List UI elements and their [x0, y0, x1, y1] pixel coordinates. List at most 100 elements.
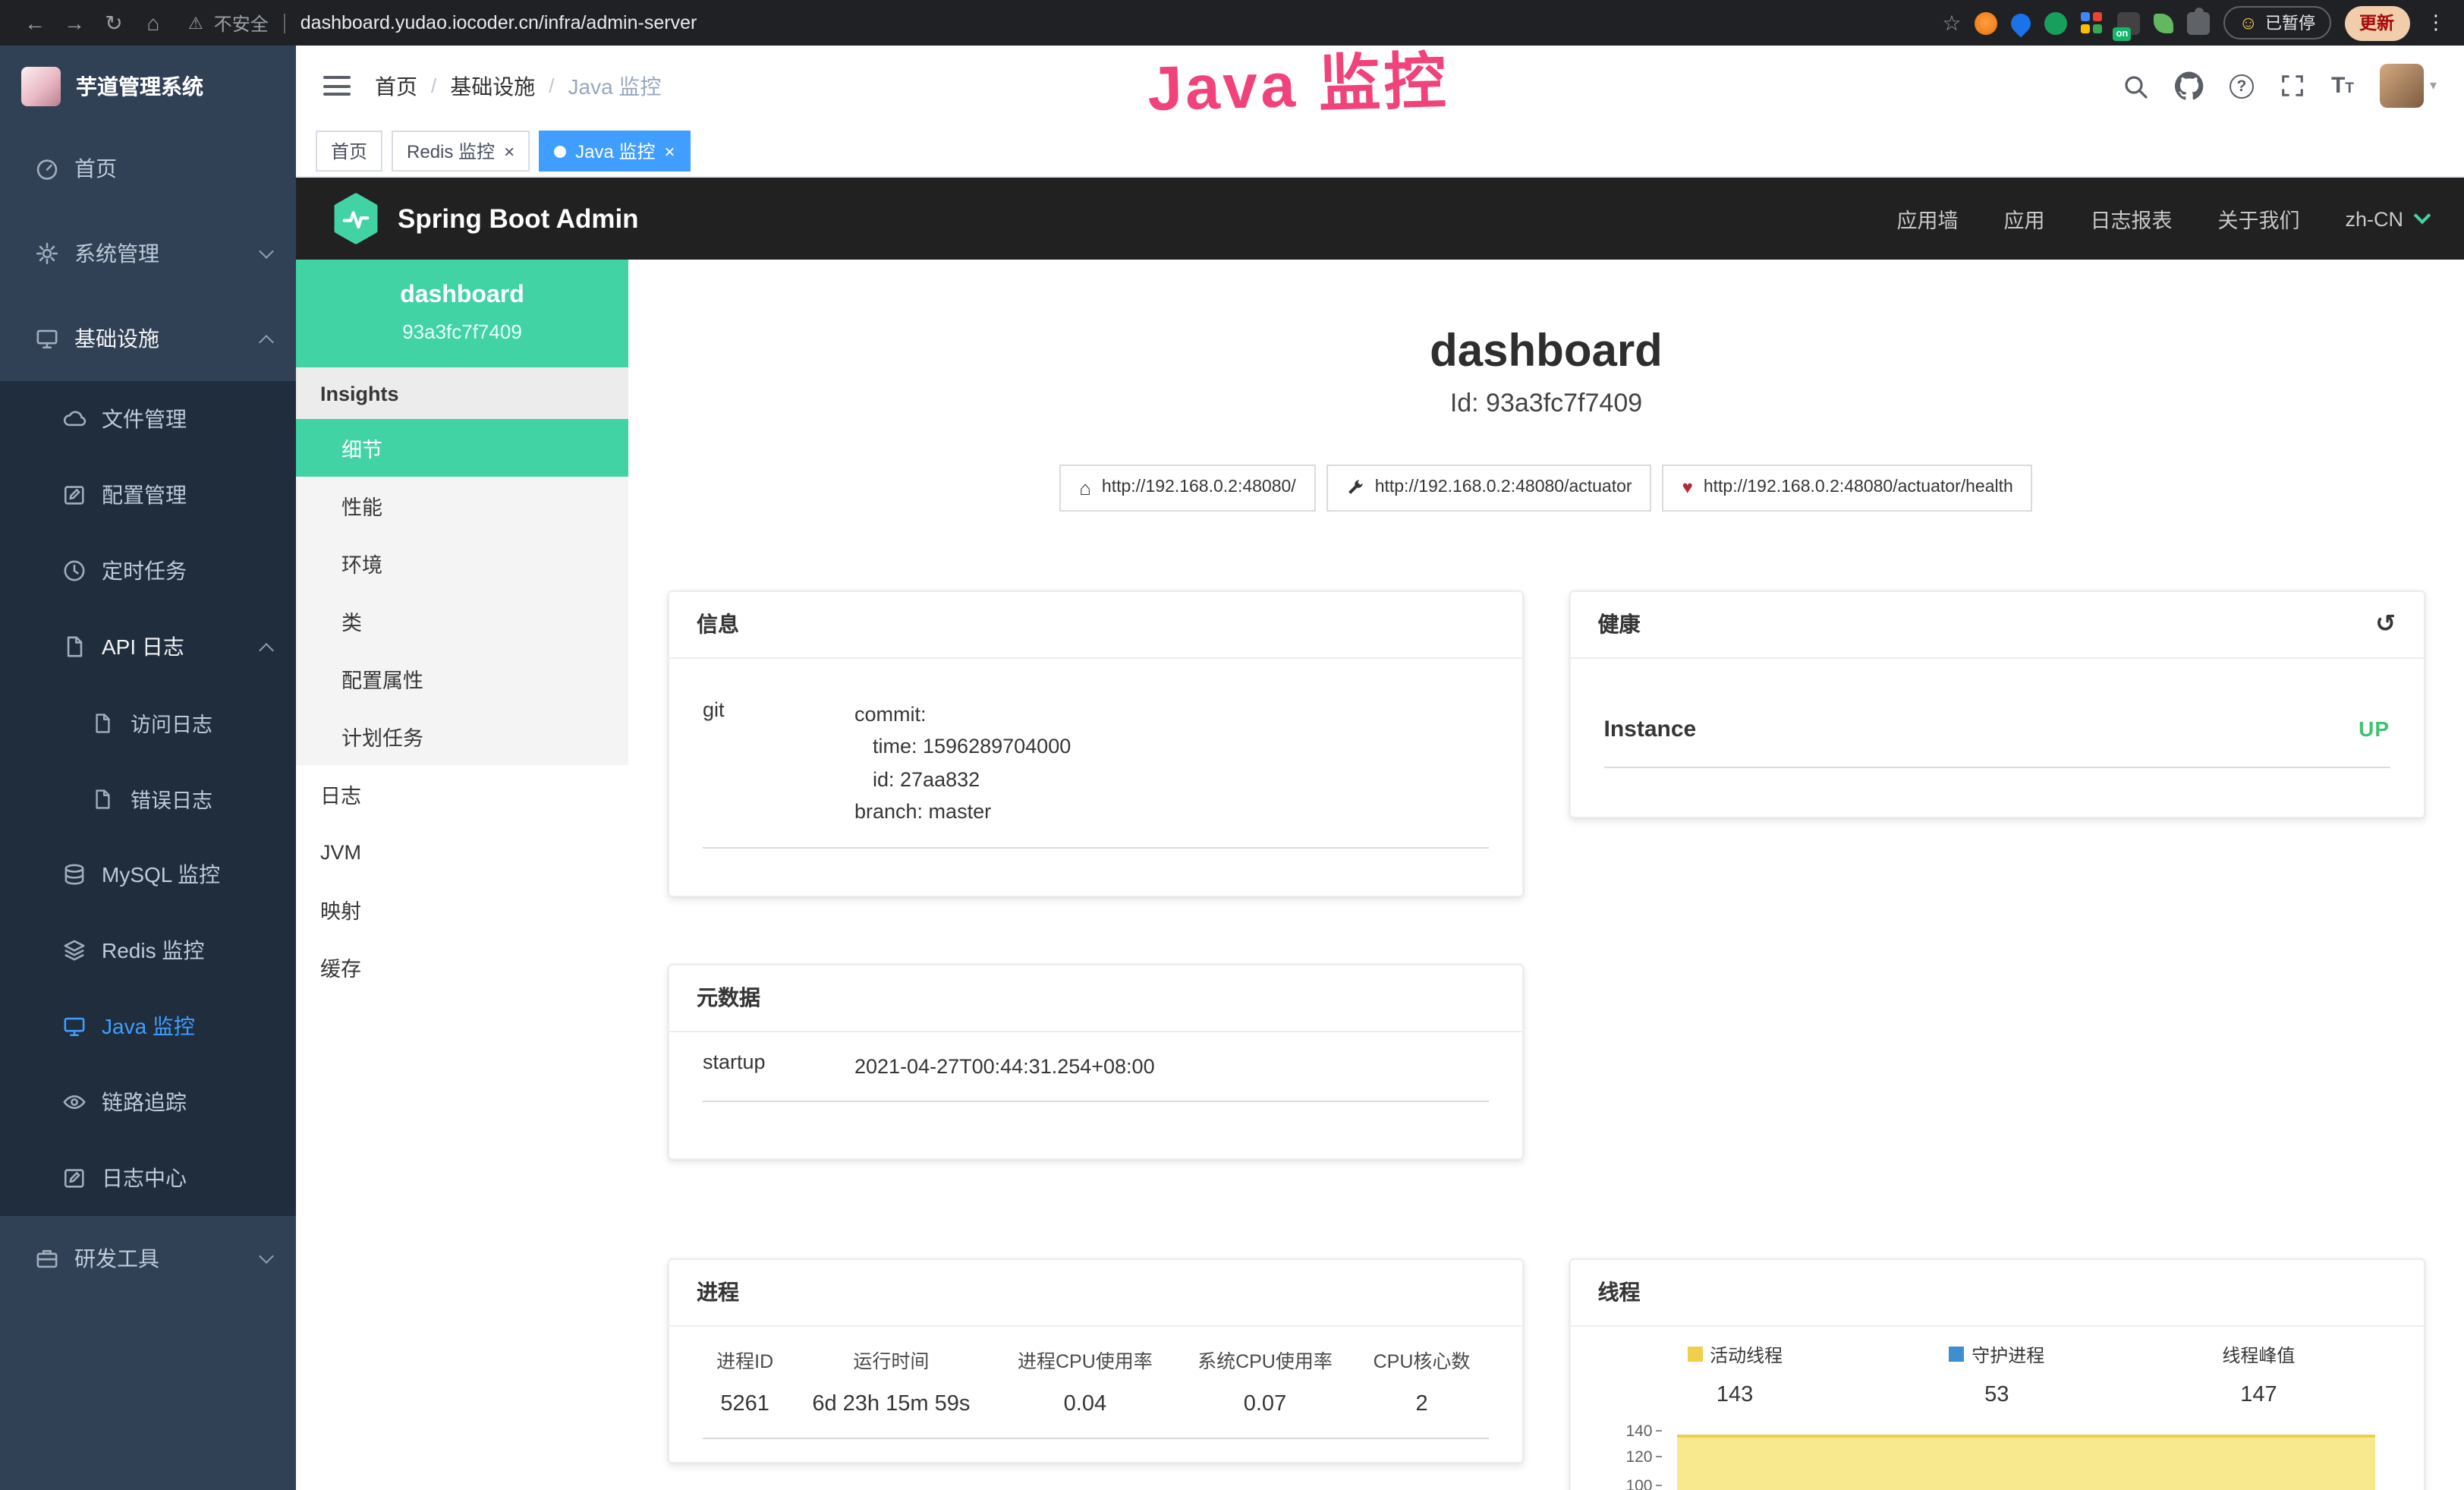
- sidebar-item-access-log[interactable]: 访问日志: [0, 685, 296, 761]
- sba-menu-jvm[interactable]: JVM: [296, 823, 628, 880]
- card-title: 进程: [697, 1277, 739, 1307]
- extension-icon-grid[interactable]: [2081, 11, 2104, 34]
- tab-java[interactable]: Java 监控 ×: [539, 131, 690, 172]
- sba-menu-logfile[interactable]: 日志: [296, 765, 628, 823]
- sidebar-item-redis[interactable]: Redis 监控: [0, 912, 296, 988]
- help-icon[interactable]: ?: [2230, 74, 2254, 98]
- sidebar-item-label: API 日志: [102, 632, 184, 662]
- endpoint-chip-actuator[interactable]: http://192.168.0.2:48080/actuator: [1326, 464, 1652, 511]
- browser-back-icon[interactable]: ←: [18, 6, 52, 39]
- sidebar-item-config[interactable]: 配置管理: [0, 457, 296, 533]
- sba-menu-scheduled[interactable]: 计划任务: [296, 707, 628, 765]
- sidebar-item-system[interactable]: 系统管理: [0, 211, 296, 296]
- tab-redis[interactable]: Redis 监控 ×: [392, 131, 530, 172]
- locale-selector[interactable]: zh-CN: [2345, 207, 2428, 230]
- sidebar-item-label: 首页: [74, 153, 117, 184]
- text-size-icon[interactable]: T T: [2331, 73, 2354, 99]
- tab-close-icon[interactable]: ×: [664, 142, 675, 160]
- extension-icon-leaf[interactable]: [2154, 13, 2173, 33]
- breadcrumb-item-infra[interactable]: 基础设施: [450, 71, 535, 101]
- threads-card-body: 活动线程 143 守护进程: [1571, 1326, 2424, 1490]
- sidebar-item-log-center[interactable]: 日志中心: [0, 1140, 296, 1216]
- fullscreen-icon[interactable]: [2280, 73, 2305, 99]
- threads-chart: 140 120 100: [1604, 1425, 2390, 1490]
- browser-home-icon[interactable]: ⌂: [137, 6, 170, 39]
- hamburger-icon[interactable]: [323, 76, 351, 96]
- breadcrumb-item-home[interactable]: 首页: [375, 71, 417, 101]
- sidebar-item-devtools[interactable]: 研发工具: [0, 1216, 296, 1301]
- face-icon: ☺: [2239, 12, 2258, 33]
- extension-icon-green[interactable]: [2044, 11, 2067, 34]
- sba-menu-mappings[interactable]: 映射: [296, 880, 628, 938]
- cloud-icon: [61, 406, 87, 432]
- browser-reload-icon[interactable]: ↻: [97, 6, 131, 39]
- health-instance-row: Instance UP: [1604, 688, 2390, 767]
- metadata-card-body: startup 2021-04-27T00:44:31.254+08:00: [669, 1032, 1522, 1102]
- extension-icon-orange[interactable]: [1975, 11, 1997, 34]
- sba-menu-metrics[interactable]: 性能: [296, 477, 628, 534]
- tab-close-icon[interactable]: ×: [504, 142, 515, 160]
- bookmark-star-icon[interactable]: ☆: [1942, 10, 1961, 36]
- address-bar[interactable]: ⚠ 不安全 dashboard.yudao.iocoder.cn/infra/a…: [188, 10, 1936, 36]
- update-button[interactable]: 更新: [2344, 5, 2409, 40]
- sba-nav-journal[interactable]: 日志报表: [2090, 203, 2172, 234]
- instance-id: 93a3fc7f7409: [311, 320, 613, 343]
- url-text[interactable]: dashboard.yudao.iocoder.cn/infra/admin-s…: [301, 12, 697, 33]
- endpoint-chip-health[interactable]: ♥ http://192.168.0.2:48080/actuator/heal…: [1663, 464, 2033, 511]
- status-up-badge: UP: [2359, 717, 2390, 741]
- history-icon[interactable]: ↺: [2375, 609, 2396, 639]
- sba-menu-caches[interactable]: 缓存: [296, 938, 628, 996]
- tab-label: 首页: [331, 138, 367, 164]
- extension-icon-drop[interactable]: [2007, 9, 2035, 37]
- sidebar-item-infra[interactable]: 基础设施: [0, 296, 296, 381]
- sidebar-item-label: 配置管理: [102, 480, 187, 510]
- search-icon[interactable]: [2122, 72, 2149, 99]
- sba-menu-env[interactable]: 环境: [296, 534, 628, 592]
- sidebar-item-api-log[interactable]: API 日志: [0, 609, 296, 685]
- logo-image: [21, 66, 61, 106]
- document-icon: [61, 634, 87, 660]
- sidebar-item-error-log[interactable]: 错误日志: [0, 761, 296, 836]
- legend-swatch-blue: [1949, 1347, 1964, 1362]
- extensions-puzzle-icon[interactable]: [2187, 11, 2210, 34]
- process-table: 进程ID 运行时间 进程CPU使用率 系统CPU使用率 CPU核心数: [703, 1326, 1489, 1438]
- detail-cards: 信息 git commit: time: 1596289704000 id: 2: [668, 590, 2425, 1490]
- sidebar-item-trace[interactable]: 链路追踪: [0, 1064, 296, 1140]
- monitor-icon: [61, 1013, 87, 1039]
- sba-nav-wallboard[interactable]: 应用墙: [1896, 203, 1958, 234]
- toolbox-icon: [33, 1246, 59, 1271]
- process-uptime: 6d 23h 15m 59s: [787, 1379, 995, 1438]
- wrench-icon: [1346, 478, 1364, 496]
- paused-profile-badge[interactable]: ☺ 已暂停: [2223, 6, 2330, 39]
- user-menu[interactable]: ▾: [2380, 64, 2437, 108]
- browser-menu-icon[interactable]: ⋮: [2426, 11, 2446, 35]
- tab-label: Redis 监控: [407, 138, 495, 164]
- metadata-startup-row: startup 2021-04-27T00:44:31.254+08:00: [703, 1032, 1489, 1102]
- sba-menu-config-props[interactable]: 配置属性: [296, 650, 628, 707]
- security-warning-icon[interactable]: ⚠: [188, 13, 203, 33]
- chevron-down-icon: [259, 243, 274, 258]
- extension-icon-switch[interactable]: on: [2117, 11, 2140, 34]
- header-actions: ? T T ▾: [2122, 64, 2437, 108]
- sidebar-item-job[interactable]: 定时任务: [0, 533, 296, 609]
- sidebar-item-java[interactable]: Java 监控: [0, 988, 296, 1064]
- metadata-value: 2021-04-27T00:44:31.254+08:00: [854, 1050, 1489, 1082]
- github-icon[interactable]: [2175, 71, 2204, 100]
- browser-forward-icon[interactable]: →: [58, 6, 91, 39]
- endpoint-chip-home[interactable]: ⌂ http://192.168.0.2:48080/: [1059, 464, 1316, 511]
- sidebar-logo[interactable]: 芋道管理系统: [0, 46, 296, 126]
- sidebar-item-file[interactable]: 文件管理: [0, 381, 296, 457]
- legend-peak-threads: 线程峰值 147: [2128, 1341, 2390, 1407]
- git-id-line: id: 27aa832: [854, 763, 1489, 795]
- sba-nav-applications[interactable]: 应用: [2003, 203, 2044, 234]
- tab-home[interactable]: 首页: [316, 131, 382, 172]
- locale-label: zh-CN: [2345, 207, 2403, 230]
- process-col-uptime: 运行时间: [787, 1326, 995, 1379]
- sba-nav-about[interactable]: 关于我们: [2217, 203, 2299, 234]
- sba-menu-details[interactable]: 细节: [296, 419, 628, 477]
- grid-dot: [2093, 24, 2102, 33]
- sba-menu-classes[interactable]: 类: [296, 592, 628, 650]
- sidebar-item-home[interactable]: 首页: [0, 126, 296, 211]
- sidebar-item-mysql[interactable]: MySQL 监控: [0, 836, 296, 912]
- document-icon: [90, 710, 115, 736]
